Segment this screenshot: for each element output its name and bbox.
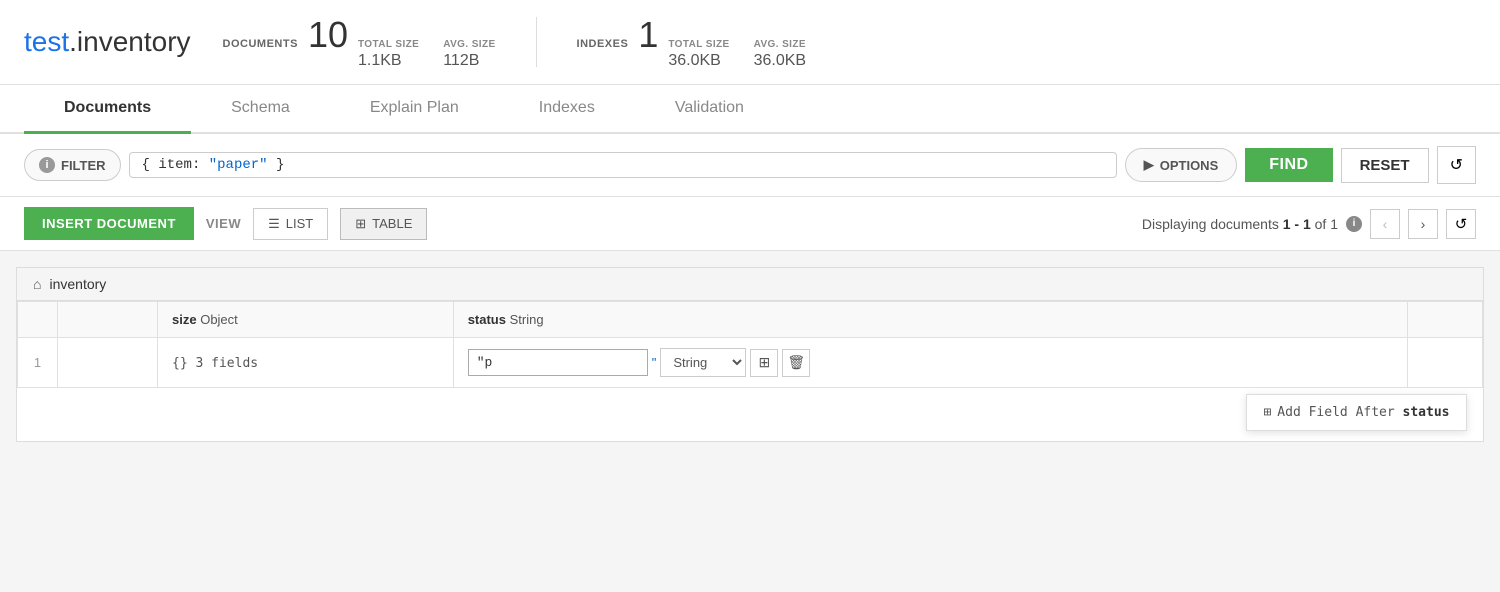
find-button[interactable]: FIND — [1245, 148, 1332, 182]
total-size-idx: TOTAL SIZE 36.0KB — [668, 39, 729, 70]
tab-documents[interactable]: Documents — [24, 85, 191, 134]
filter-info-icon: i — [39, 157, 55, 173]
delete-field-button[interactable]: 🗑 — [782, 349, 810, 377]
display-info: Displaying documents 1 - 1 of 1 i ‹ › ↺ — [1142, 209, 1476, 239]
filter-toolbar: i FILTER { item: "paper" } ▶ OPTIONS FIN… — [0, 134, 1500, 197]
tabs: Documents Schema Explain Plan Indexes Va… — [0, 85, 1500, 134]
data-table: size Object status String 1 {} 3 fields — [17, 301, 1483, 441]
query-brace-close: } — [268, 157, 285, 173]
reload-icon: ↺ — [1455, 215, 1468, 233]
total-size-docs-label: TOTAL SIZE — [358, 39, 419, 50]
col-status-type: String — [510, 312, 544, 327]
idx-size-pair: TOTAL SIZE 36.0KB AVG. SIZE 36.0KB — [668, 39, 806, 70]
add-field-plus-icon: ⊞ — [1263, 405, 1271, 420]
query-value: "paper" — [209, 157, 268, 173]
closing-quote: " — [652, 355, 657, 370]
table-icon: ⊞ — [355, 216, 366, 232]
insert-document-button[interactable]: INSERT DOCUMENT — [24, 207, 194, 240]
total-size-docs: TOTAL SIZE 1.1KB — [358, 39, 419, 70]
indexes-label: INDEXES — [577, 38, 629, 50]
table-container: ⌂ inventory size Object status String 1 — [16, 267, 1484, 442]
stat-divider — [536, 17, 537, 67]
table-title-row: ⌂ inventory — [17, 268, 1483, 301]
total-size-idx-label: TOTAL SIZE — [668, 39, 729, 50]
prev-page-button[interactable]: ‹ — [1370, 209, 1400, 239]
status-value-input[interactable] — [468, 349, 648, 376]
inline-editor: " String Number Boolean ⊞ 🗑 — [468, 348, 1394, 377]
table-house-icon: ⌂ — [33, 276, 41, 292]
col-header-status: status String — [453, 302, 1408, 338]
collection-title: test.inventory — [24, 26, 191, 58]
avg-size-idx: AVG. SIZE 36.0KB — [754, 39, 806, 70]
row-empty-cell — [58, 338, 158, 388]
options-button[interactable]: ▶ OPTIONS — [1125, 148, 1238, 182]
row-number: 1 — [18, 338, 58, 388]
tab-explain-plan[interactable]: Explain Plan — [330, 85, 499, 134]
col-header-empty — [58, 302, 158, 338]
display-text: Displaying documents 1 - 1 of 1 — [1142, 216, 1338, 232]
filter-query: { item: "paper" } — [142, 157, 285, 173]
action-bar: INSERT DOCUMENT VIEW ☰ LIST ⊞ TABLE Disp… — [0, 197, 1500, 251]
row-fields-count: {} 3 fields — [172, 356, 258, 371]
indexes-stat: INDEXES 1 TOTAL SIZE 36.0KB AVG. SIZE 36… — [577, 14, 807, 70]
refresh-icon: ↺ — [1450, 155, 1463, 175]
doc-size-pair: TOTAL SIZE 1.1KB AVG. SIZE 112B — [358, 39, 496, 70]
reload-button[interactable]: ↺ — [1446, 209, 1476, 239]
row-status-cell[interactable]: " String Number Boolean ⊞ 🗑 — [453, 338, 1408, 388]
db-name: test — [24, 26, 69, 57]
filter-button[interactable]: i FILTER — [24, 149, 121, 181]
documents-stat: DOCUMENTS 10 TOTAL SIZE 1.1KB AVG. SIZE … — [223, 14, 496, 70]
collection-name: inventory — [77, 26, 191, 57]
documents-count: 10 — [308, 14, 348, 56]
header: test.inventory DOCUMENTS 10 TOTAL SIZE 1… — [0, 0, 1500, 85]
filter-bar: { item: "paper" } — [129, 152, 1117, 178]
avg-size-docs-value: 112B — [443, 52, 495, 70]
options-arrow-icon: ▶ — [1144, 157, 1154, 173]
avg-size-docs: AVG. SIZE 112B — [443, 39, 495, 70]
table-view-button[interactable]: ⊞ TABLE — [340, 208, 427, 240]
table-title: inventory — [49, 276, 106, 292]
row-extra-cell — [1408, 338, 1483, 388]
row-size-cell: {} 3 fields — [158, 338, 454, 388]
filter-label: FILTER — [61, 158, 106, 173]
list-view-button[interactable]: ☰ LIST — [253, 208, 328, 240]
col-header-size: size Object — [158, 302, 454, 338]
avg-size-docs-label: AVG. SIZE — [443, 39, 495, 50]
total-size-docs-value: 1.1KB — [358, 52, 419, 70]
view-label: VIEW — [206, 216, 241, 231]
documents-label: DOCUMENTS — [223, 38, 298, 50]
options-label: OPTIONS — [1160, 158, 1219, 173]
col-header-actions — [1408, 302, 1483, 338]
tab-validation[interactable]: Validation — [635, 85, 784, 134]
display-info-icon[interactable]: i — [1346, 216, 1362, 232]
indexes-count: 1 — [638, 14, 658, 56]
add-field-text: Add Field After status — [1277, 405, 1449, 420]
table-label: TABLE — [372, 216, 412, 231]
col-size-name: size — [172, 312, 197, 327]
add-field-cell: ⊞ Add Field After status — [18, 388, 1483, 442]
table-header-row: size Object status String — [18, 302, 1483, 338]
col-size-type: Object — [200, 312, 238, 327]
next-page-button[interactable]: › — [1408, 209, 1438, 239]
list-label: LIST — [286, 216, 313, 231]
type-select[interactable]: String Number Boolean — [660, 348, 746, 377]
avg-size-idx-label: AVG. SIZE — [754, 39, 806, 50]
avg-size-idx-value: 36.0KB — [754, 52, 806, 70]
col-header-num — [18, 302, 58, 338]
tab-schema[interactable]: Schema — [191, 85, 330, 134]
total-size-idx-value: 36.0KB — [668, 52, 729, 70]
col-status-name: status — [468, 312, 506, 327]
list-icon: ☰ — [268, 216, 280, 232]
stats-group: DOCUMENTS 10 TOTAL SIZE 1.1KB AVG. SIZE … — [223, 14, 807, 70]
tab-indexes[interactable]: Indexes — [499, 85, 635, 134]
add-field-target: status — [1403, 405, 1450, 420]
reset-button[interactable]: RESET — [1341, 148, 1429, 183]
add-field-tooltip[interactable]: ⊞ Add Field After status — [1246, 394, 1466, 431]
add-field-inline-button[interactable]: ⊞ — [750, 349, 778, 377]
add-field-row: ⊞ Add Field After status — [18, 388, 1483, 442]
refresh-button[interactable]: ↺ — [1437, 146, 1476, 184]
query-brace-open: { item: — [142, 157, 209, 173]
table-row: 1 {} 3 fields " String Number Boolean — [18, 338, 1483, 388]
